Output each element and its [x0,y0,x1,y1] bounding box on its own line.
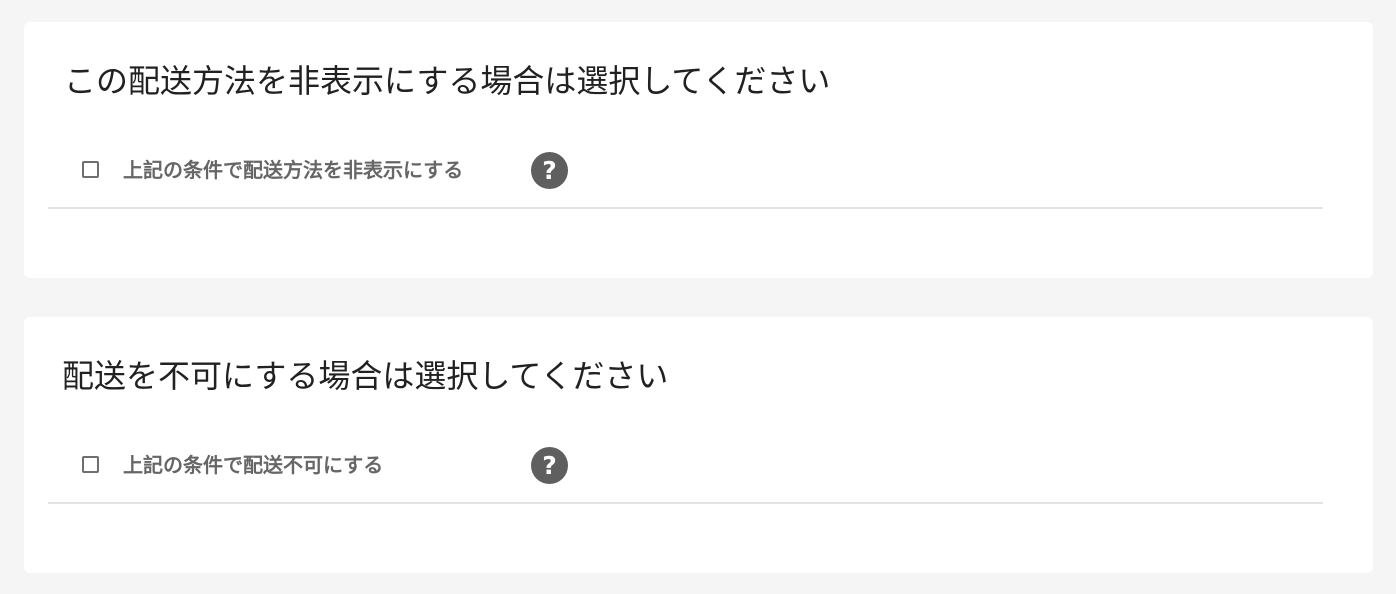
disable-shipping-label[interactable]: 上記の条件で配送不可にする [123,453,383,477]
hide-shipping-method-checkbox[interactable] [82,161,99,178]
help-icon[interactable]: ? [531,152,568,189]
hide-shipping-method-title: この配送方法を非表示にする場合は選択してください [64,62,831,100]
hide-shipping-method-card: この配送方法を非表示にする場合は選択してください 上記の条件で配送方法を非表示に… [24,22,1373,278]
hide-shipping-method-option: 上記の条件で配送方法を非表示にする ? [48,149,1323,209]
disable-shipping-card: 配送を不可にする場合は選択してください 上記の条件で配送不可にする ? [24,317,1373,573]
hide-shipping-method-label[interactable]: 上記の条件で配送方法を非表示にする [123,158,463,182]
disable-shipping-title: 配送を不可にする場合は選択してください [62,357,669,395]
disable-shipping-option: 上記の条件で配送不可にする ? [48,444,1323,504]
disable-shipping-checkbox[interactable] [82,456,99,473]
help-icon[interactable]: ? [531,447,568,484]
